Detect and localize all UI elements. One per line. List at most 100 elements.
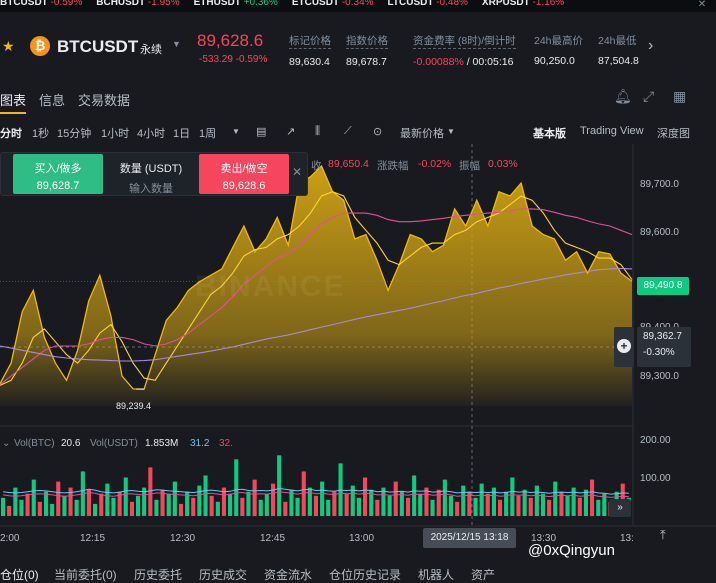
volume-bar [166, 493, 171, 516]
ohlc-close: 89,650.4 [328, 158, 369, 170]
tab-chart[interactable]: 图表 [0, 90, 26, 109]
interval-1d[interactable]: 1日 [173, 125, 190, 141]
volume-bar [178, 503, 183, 517]
close-icon[interactable]: ✕ [292, 165, 302, 179]
volume-bar [473, 497, 478, 516]
volume-bar [375, 499, 380, 516]
tab-positions[interactable]: 仓位(0) [0, 566, 39, 583]
volume-axis-label: 200.00 [640, 435, 671, 446]
volume-axis-label: 100.00 [640, 473, 671, 484]
ohlc-amp: 0.03% [488, 158, 518, 170]
volume-bar [393, 481, 398, 516]
add-order-icon[interactable]: + [614, 327, 634, 367]
scroll-right-icon[interactable]: » [609, 499, 631, 517]
volume-bar [516, 495, 521, 517]
volume-bar [31, 479, 36, 517]
tab-trade-history[interactable]: 历史成交 [199, 566, 247, 583]
time-axis-label: 12:45 [260, 533, 286, 544]
volume-bar [534, 485, 539, 516]
settings-icon[interactable]: ⊙ [373, 125, 382, 138]
chevron-down-icon[interactable]: ▼ [172, 39, 181, 49]
calendar-icon[interactable]: ▤ [256, 125, 266, 138]
interval-15m[interactable]: 15分钟 [57, 125, 91, 141]
volume-bar [191, 497, 196, 516]
ticker-item[interactable]: BCHUSDT -1.95% [96, 0, 179, 8]
interval-4h[interactable]: 4小时 [137, 125, 165, 141]
interval-1h[interactable]: 1小时 [101, 125, 129, 141]
tab-info[interactable]: 信息 [39, 90, 65, 109]
volume-bar [283, 501, 288, 516]
volume-bar [7, 505, 12, 516]
volume-bar [37, 501, 42, 516]
bell-icon[interactable]: 🔔︎ [614, 88, 632, 105]
chevron-right-icon[interactable]: › [648, 37, 653, 55]
volume-bar [583, 489, 588, 516]
tab-position-history[interactable]: 仓位历史记录 [329, 566, 401, 583]
ticker-item[interactable]: ETCUSDT -0.34% [292, 0, 374, 8]
volume-bar [74, 499, 79, 516]
ticker-item[interactable]: LTCUSDT -0.48% [388, 0, 468, 8]
volume-bar [136, 495, 141, 517]
chart-tabs: 图表 信息 交易数据 🔔︎ ⤢ ▦ [0, 82, 716, 114]
quantity-input[interactable]: 数量 (USDT) 输入数量 [107, 154, 195, 195]
reset-scale-icon[interactable]: ⤒ [660, 527, 666, 543]
favorite-star-icon[interactable]: ★ [2, 38, 15, 55]
index-price: 指数价格 89,678.7 [346, 35, 388, 68]
pair-symbol[interactable]: BTCUSDT [57, 37, 138, 57]
volume-bar [277, 455, 282, 517]
volume-bar [522, 489, 527, 516]
interval-time[interactable]: 分时 [0, 125, 22, 141]
candle-icon[interactable]: ⫼ [315, 125, 320, 138]
price-type-select[interactable]: 最新价格 [400, 125, 444, 141]
interval-1s[interactable]: 1秒 [32, 125, 49, 141]
volume-bar [577, 497, 582, 516]
price-chart[interactable] [0, 144, 716, 560]
volume-bar [228, 493, 233, 516]
low-price-label: 89,239.4 [116, 401, 152, 411]
volume-bar [1, 497, 6, 516]
view-basic[interactable]: 基本版 [533, 125, 566, 141]
binance-watermark: BINANCE [195, 270, 346, 303]
volume-bar [246, 491, 251, 516]
sell-short-button[interactable]: 卖出/做空 89,628.6 [199, 154, 289, 194]
volume-bar [111, 497, 116, 516]
view-depth[interactable]: 深度图 [657, 125, 690, 141]
tab-funding-flow[interactable]: 资金流水 [264, 566, 312, 583]
time-axis-label: 12:15 [80, 533, 106, 544]
volume-bar [123, 477, 128, 516]
btc-logo-icon: ₿ [30, 36, 50, 56]
layout-grid-icon[interactable]: ▦ [673, 88, 686, 105]
quick-order-box: 买入/做多 89,628.7 数量 (USDT) 输入数量 卖出/做空 89,628.… [0, 152, 308, 196]
ruler-icon[interactable]: ⟋ [344, 125, 352, 138]
volume-bar [44, 491, 49, 516]
volume-bar [197, 485, 202, 516]
close-icon[interactable]: ✕ [688, 0, 716, 12]
volume-bar [479, 483, 484, 516]
view-tradingview[interactable]: Trading View [580, 125, 644, 137]
chevron-down-icon[interactable]: ▼ [447, 127, 455, 136]
funding-rate: 资金费率 (8时)/倒计时 -0.00088% / 00:05:16 [413, 35, 516, 68]
tab-order-history[interactable]: 历史委托 [134, 566, 182, 583]
volume-bar [541, 493, 546, 516]
ticker-item[interactable]: BTCUSDT -0.59% [0, 0, 82, 8]
tab-assets[interactable]: 资产 [471, 566, 495, 583]
ticker-item[interactable]: XRPUSDT -1.16% [482, 0, 564, 8]
indicator-icon[interactable]: ↗ [286, 125, 295, 138]
tab-open-orders[interactable]: 当前委托(0) [54, 566, 117, 583]
expand-icon[interactable]: ⤢ [643, 88, 654, 105]
ticker-item[interactable]: ETHUSDT +0.36% [194, 0, 278, 8]
volume-bar [56, 481, 61, 516]
volume-bar [455, 501, 460, 516]
tab-trading-data[interactable]: 交易数据 [78, 90, 130, 109]
volume-bar [399, 491, 404, 516]
tab-bots[interactable]: 机器人 [418, 566, 454, 583]
chevron-down-icon[interactable]: ▼ [232, 127, 240, 136]
volume-bar [590, 479, 595, 517]
volume-bar [209, 495, 214, 517]
vol-btc-label: Vol(BTC) [14, 438, 55, 449]
volume-icon[interactable]: ⌄ [2, 438, 10, 449]
interval-1w[interactable]: 1周 [199, 125, 216, 141]
ticker-strip: BTCUSDT -0.59% BCHUSDT -1.95% ETHUSDT +0.3… [0, 0, 716, 12]
buy-long-button[interactable]: 买入/做多 89,628.7 [13, 154, 103, 194]
price-change: -533.29 -0.59% [199, 54, 268, 65]
